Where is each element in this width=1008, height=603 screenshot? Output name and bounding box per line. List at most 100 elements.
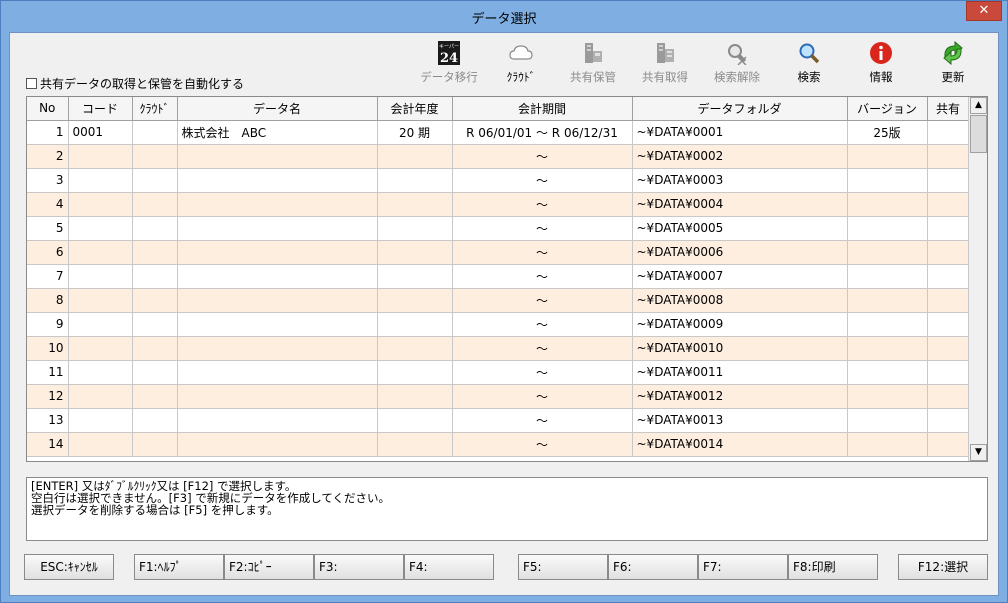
cell-folder[interactable]: ~¥DATA¥0012 xyxy=(632,384,848,409)
cell-code[interactable] xyxy=(68,360,133,385)
cell-no[interactable]: 4 xyxy=(27,192,69,217)
cell-shared[interactable] xyxy=(927,120,970,145)
cell-folder[interactable]: ~¥DATA¥0001 xyxy=(632,120,848,145)
cell-shared[interactable] xyxy=(927,144,970,169)
table-row[interactable]: 5 ～ ~¥DATA¥0005 xyxy=(27,216,970,241)
col-header-year[interactable]: 会計年度 xyxy=(377,97,453,121)
cell-cloud[interactable] xyxy=(132,312,178,337)
cell-code[interactable] xyxy=(68,312,133,337)
data-migration-button[interactable]: キーパー 24 データ移行 xyxy=(416,41,482,87)
cell-cloud[interactable] xyxy=(132,408,178,433)
cell-folder[interactable]: ~¥DATA¥0011 xyxy=(632,360,848,385)
col-header-name[interactable]: データ名 xyxy=(177,97,378,121)
cell-code[interactable] xyxy=(68,384,133,409)
cell-period[interactable]: ～ xyxy=(452,192,633,217)
cell-name[interactable] xyxy=(177,336,378,361)
cell-name[interactable] xyxy=(177,312,378,337)
cell-no[interactable]: 5 xyxy=(27,216,69,241)
cell-period[interactable]: ～ xyxy=(452,312,633,337)
col-header-period[interactable]: 会計期間 xyxy=(452,97,633,121)
cell-folder[interactable]: ~¥DATA¥0005 xyxy=(632,216,848,241)
cell-year[interactable] xyxy=(377,312,453,337)
scroll-thumb[interactable] xyxy=(970,115,987,153)
cell-cloud[interactable] xyxy=(132,168,178,193)
cell-period[interactable]: ～ xyxy=(452,264,633,289)
cell-shared[interactable] xyxy=(927,360,970,385)
cell-year[interactable] xyxy=(377,168,453,193)
cell-year[interactable] xyxy=(377,360,453,385)
cell-name[interactable]: 株式会社 ABC xyxy=(177,120,378,145)
f4-button[interactable]: F4: xyxy=(404,554,494,580)
cell-name[interactable] xyxy=(177,264,378,289)
table-row[interactable]: 4 ～ ~¥DATA¥0004 xyxy=(27,192,970,217)
cell-version[interactable] xyxy=(847,192,928,217)
cell-name[interactable] xyxy=(177,168,378,193)
cell-period[interactable]: ～ xyxy=(452,408,633,433)
cell-shared[interactable] xyxy=(927,408,970,433)
cell-version[interactable] xyxy=(847,360,928,385)
cell-no[interactable]: 9 xyxy=(27,312,69,337)
cell-version[interactable] xyxy=(847,432,928,457)
cell-shared[interactable] xyxy=(927,168,970,193)
f7-button[interactable]: F7: xyxy=(698,554,788,580)
cell-code[interactable] xyxy=(68,336,133,361)
cell-cloud[interactable] xyxy=(132,360,178,385)
cell-version[interactable] xyxy=(847,312,928,337)
cell-name[interactable] xyxy=(177,216,378,241)
cell-no[interactable]: 6 xyxy=(27,240,69,265)
cell-name[interactable] xyxy=(177,384,378,409)
esc-cancel-button[interactable]: ESC:ｷｬﾝｾﾙ xyxy=(24,554,114,580)
cell-name[interactable] xyxy=(177,240,378,265)
cell-folder[interactable]: ~¥DATA¥0010 xyxy=(632,336,848,361)
col-header-code[interactable]: コード xyxy=(68,97,133,121)
cell-version[interactable] xyxy=(847,216,928,241)
table-row[interactable]: 7 ～ ~¥DATA¥0007 xyxy=(27,264,970,289)
cell-name[interactable] xyxy=(177,408,378,433)
table-row[interactable]: 14 ～ ~¥DATA¥0014 xyxy=(27,432,970,457)
cloud-button[interactable]: ｸﾗｳﾄﾞ xyxy=(488,41,554,87)
col-header-shared[interactable]: 共有 xyxy=(927,97,970,121)
table-row[interactable]: 9 ～ ~¥DATA¥0009 xyxy=(27,312,970,337)
table-row[interactable]: 6 ～ ~¥DATA¥0006 xyxy=(27,240,970,265)
cell-name[interactable] xyxy=(177,360,378,385)
cell-version[interactable] xyxy=(847,336,928,361)
cell-shared[interactable] xyxy=(927,288,970,313)
cell-no[interactable]: 11 xyxy=(27,360,69,385)
f5-button[interactable]: F5: xyxy=(518,554,608,580)
col-header-no[interactable]: No xyxy=(27,97,69,121)
cell-no[interactable]: 13 xyxy=(27,408,69,433)
info-button[interactable]: 情報 xyxy=(848,41,914,87)
cell-no[interactable]: 1 xyxy=(27,120,69,145)
cell-version[interactable]: 25版 xyxy=(847,120,928,145)
table-row[interactable]: 8 ～ ~¥DATA¥0008 xyxy=(27,288,970,313)
search-clear-button[interactable]: 検索解除 xyxy=(704,41,770,87)
cell-name[interactable] xyxy=(177,144,378,169)
cell-folder[interactable]: ~¥DATA¥0007 xyxy=(632,264,848,289)
cell-code[interactable] xyxy=(68,168,133,193)
cell-cloud[interactable] xyxy=(132,288,178,313)
cell-version[interactable] xyxy=(847,144,928,169)
cell-code[interactable] xyxy=(68,216,133,241)
cell-code[interactable] xyxy=(68,144,133,169)
table-row[interactable]: 13 ～ ~¥DATA¥0013 xyxy=(27,408,970,433)
cell-year[interactable] xyxy=(377,288,453,313)
cell-year[interactable]: 20 期 xyxy=(377,120,453,145)
cell-cloud[interactable] xyxy=(132,336,178,361)
f6-button[interactable]: F6: xyxy=(608,554,698,580)
cell-cloud[interactable] xyxy=(132,384,178,409)
cell-period[interactable]: ～ xyxy=(452,384,633,409)
cell-shared[interactable] xyxy=(927,240,970,265)
cell-no[interactable]: 12 xyxy=(27,384,69,409)
data-grid[interactable]: No コード ｸﾗｳﾄﾞ データ名 会計年度 会計期間 データフォルダ バージョ… xyxy=(26,96,988,462)
cell-shared[interactable] xyxy=(927,336,970,361)
cell-cloud[interactable] xyxy=(132,432,178,457)
table-row[interactable]: 3 ～ ~¥DATA¥0003 xyxy=(27,168,970,193)
cell-folder[interactable]: ~¥DATA¥0013 xyxy=(632,408,848,433)
cell-no[interactable]: 3 xyxy=(27,168,69,193)
cell-year[interactable] xyxy=(377,264,453,289)
cell-cloud[interactable] xyxy=(132,192,178,217)
table-row[interactable]: 2 ～ ~¥DATA¥0002 xyxy=(27,144,970,169)
title-bar[interactable]: データ選択 ✕ xyxy=(1,1,1007,31)
cell-folder[interactable]: ~¥DATA¥0009 xyxy=(632,312,848,337)
f1-help-button[interactable]: F1:ﾍﾙﾌﾟ xyxy=(134,554,224,580)
